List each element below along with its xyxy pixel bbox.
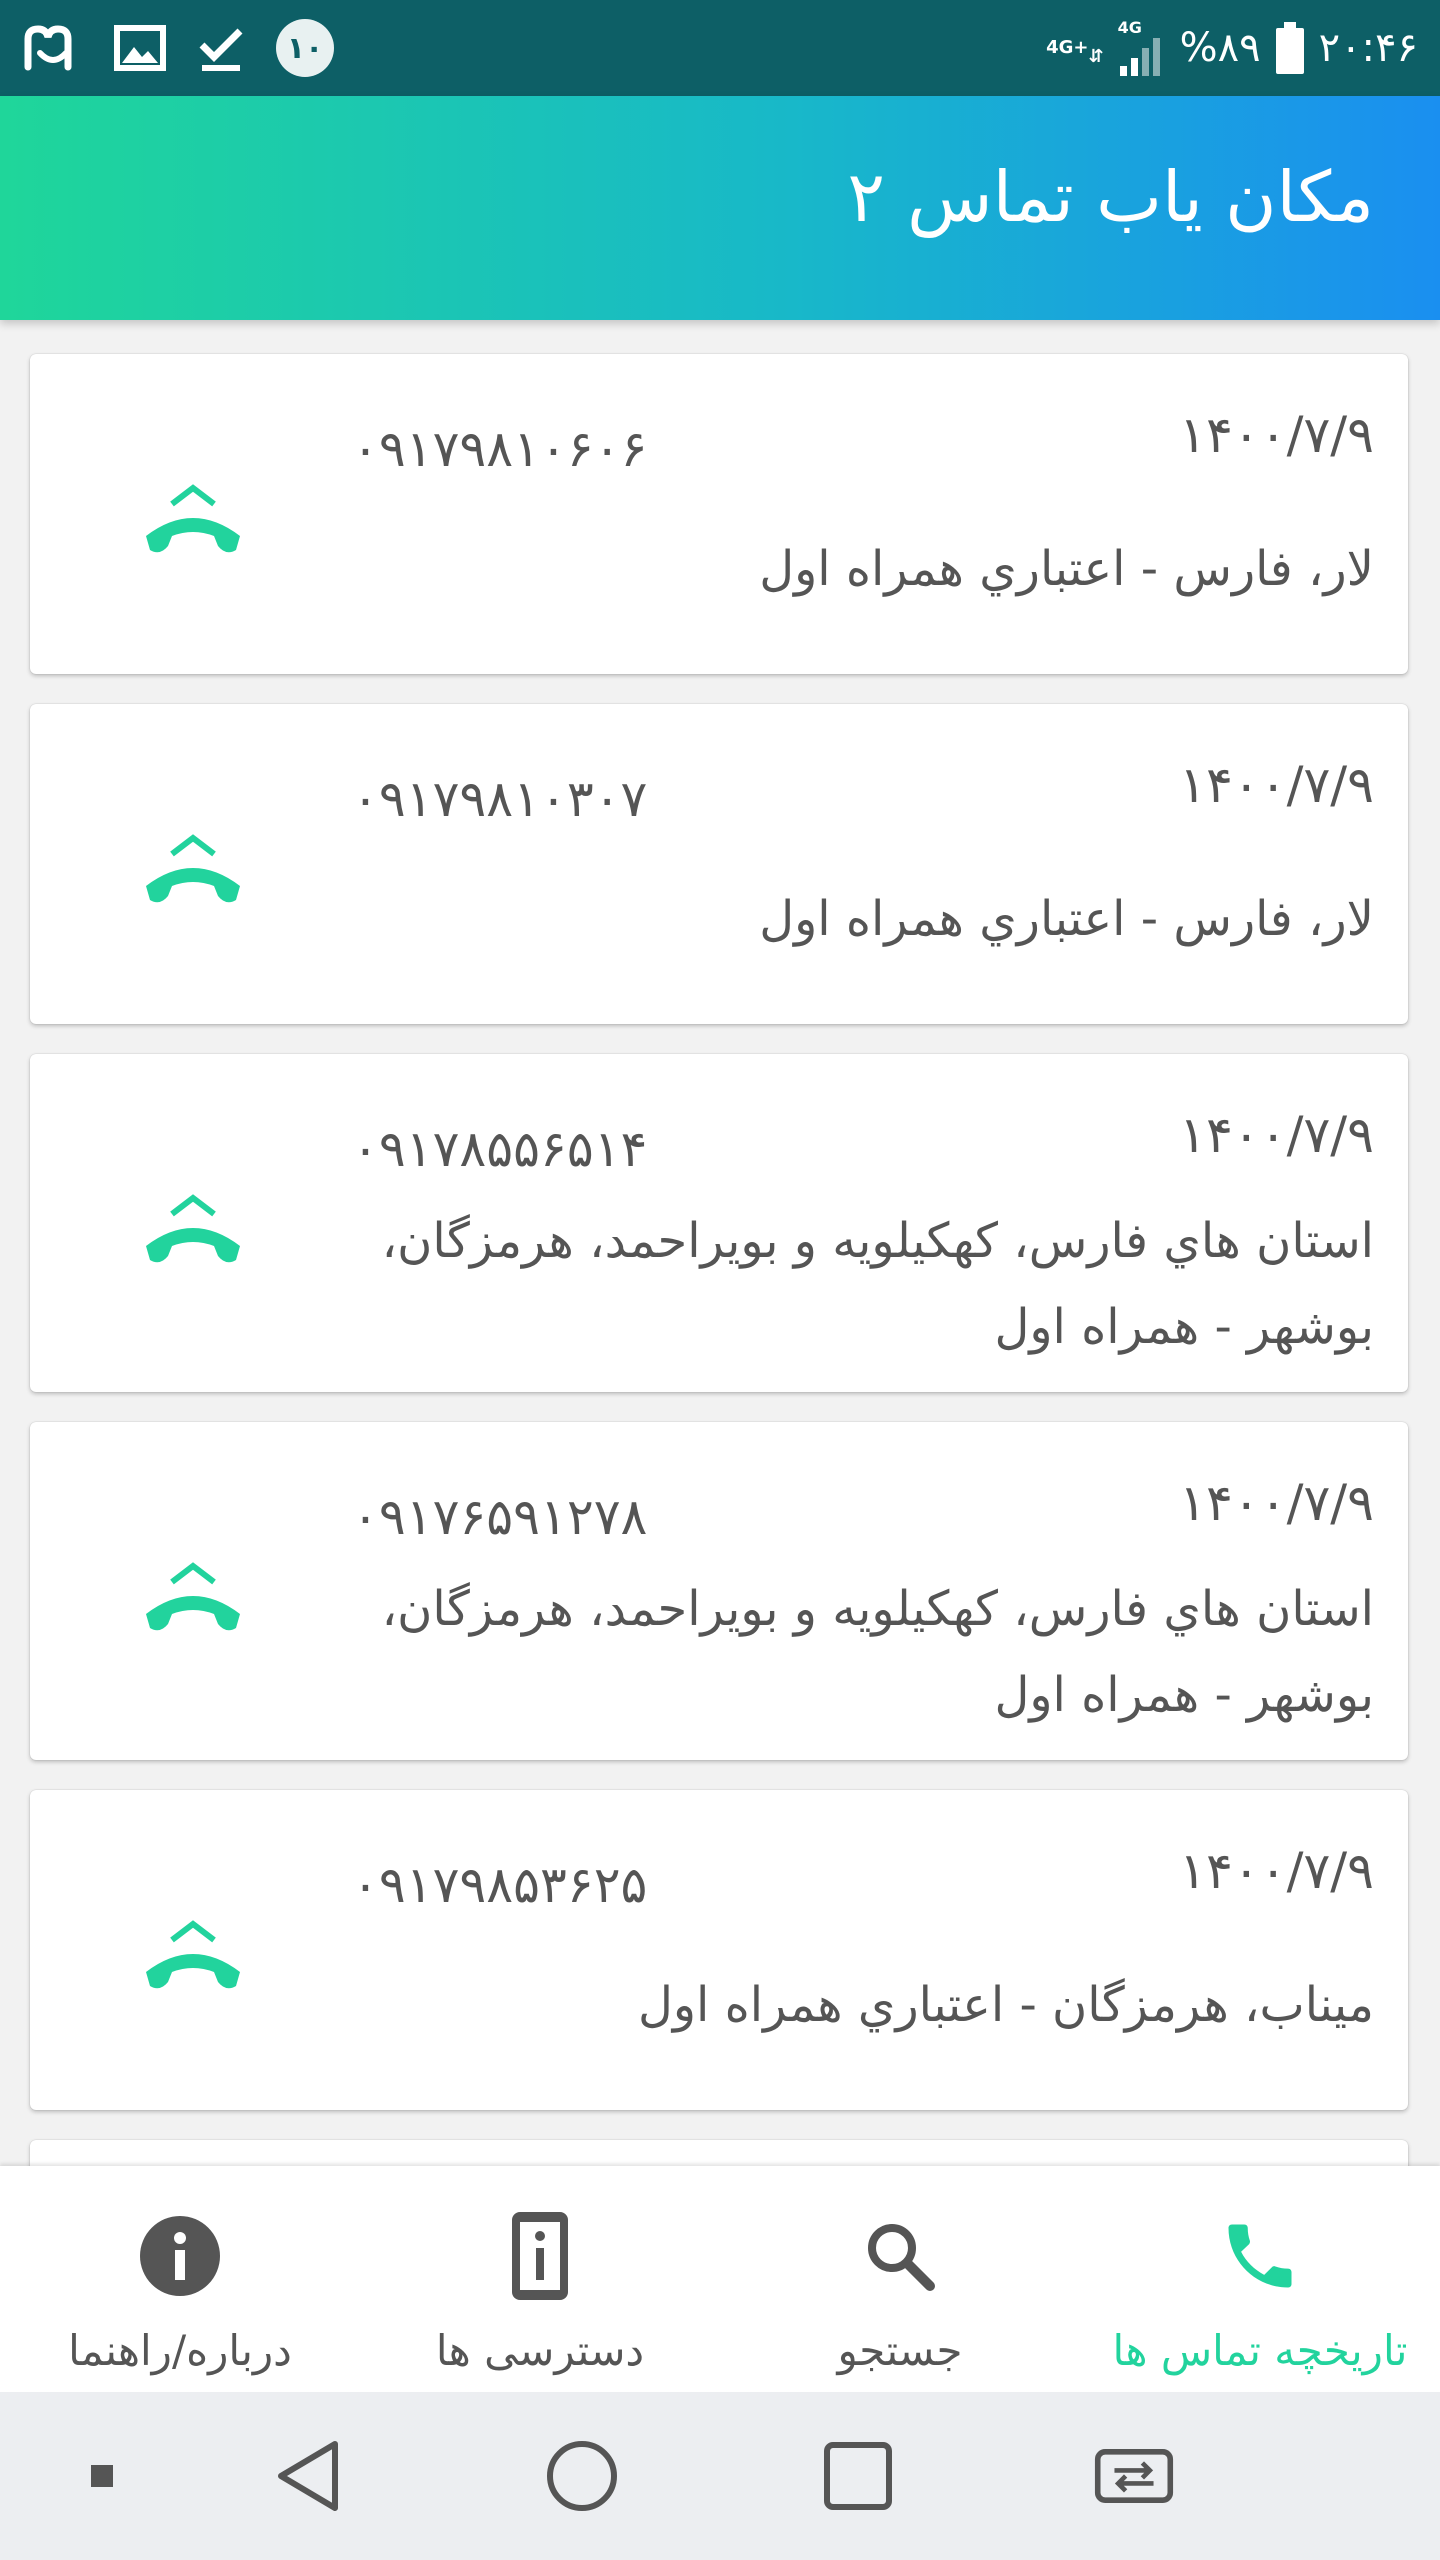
call-card[interactable]: ۱۴۰۰/۷/۹ ۰۹۱۷۹۸۱۰۶۰۶ لار، فارس - اعتباري… [30,354,1408,674]
status-notifications: ۱۰ [22,14,334,82]
status-bar: ۱۰ 4G+ ⇵ 4G %۸۹ ۲۰:۴۶ [0,0,1440,96]
missed-call-icon [138,824,248,914]
missed-call-icon [138,1910,248,2000]
call-card[interactable]: ۱۴۰۰/۷/۹ ۰۹۱۷۹۸۱۰۳۰۷ لار، فارس - اعتباري… [30,704,1408,1024]
recents-button[interactable] [818,2436,898,2516]
call-date: ۱۴۰۰/۷/۹ [1179,406,1374,464]
clock: ۲۰:۴۶ [1318,25,1418,71]
missed-call-icon [138,1552,248,1642]
phone-number: ۰۹۱۷۹۸۱۰۶۰۶ [352,420,648,478]
status-system: 4G+ ⇵ 4G %۸۹ ۲۰:۴۶ [1046,14,1418,82]
page-title: مکان یاب تماس ۲ [847,156,1374,238]
call-date: ۱۴۰۰/۷/۹ [1179,1106,1374,1164]
call-location: استان هاي فارس، کهکيلويه و بويراحمد، هرم… [381,1213,1374,1355]
app-bar: مکان یاب تماس ۲ [0,96,1440,320]
call-card-partial[interactable] [30,2140,1408,2166]
call-history-list[interactable]: ۱۴۰۰/۷/۹ ۰۹۱۷۹۸۱۰۶۰۶ لار، فارس - اعتباري… [0,320,1440,2166]
info-icon [0,2206,360,2306]
phone-number: ۰۹۱۷۹۸۵۳۶۲۵ [352,1856,648,1914]
nav-call-history[interactable]: تاریخچه تماس ها [1080,2166,1440,2392]
battery-percent: %۸۹ [1179,25,1261,71]
call-card[interactable]: ۱۴۰۰/۷/۹ ۰۹۱۷۹۸۵۳۶۲۵ ميناب، هرمزگان - اع… [30,1790,1408,2110]
notification-count-badge: ۱۰ [276,19,334,77]
call-date: ۱۴۰۰/۷/۹ [1179,1474,1374,1532]
phone-icon [1080,2206,1440,2306]
home-button[interactable] [542,2436,622,2516]
search-icon [720,2206,1080,2306]
nav-permissions[interactable]: دسترسی ها [360,2166,720,2392]
nav-call-history-label: تاریخچه تماس ها [1112,2326,1408,2375]
nav-search[interactable]: جستجو [720,2166,1080,2392]
missed-call-icon [138,474,248,564]
nav-search-label: جستجو [837,2326,963,2375]
network-icon: 4G+ ⇵ [1046,37,1104,67]
phone-number: ۰۹۱۷۶۵۹۱۲۷۸ [352,1488,648,1546]
system-navigation-bar [0,2392,1440,2560]
call-card[interactable]: ۱۴۰۰/۷/۹ ۰۹۱۷۶۵۹۱۲۷۸ استان هاي فارس، کهک… [30,1422,1408,1760]
notification-dot-button[interactable] [62,2436,142,2516]
signal-icon: 4G [1118,20,1166,76]
signal-label: 4G [1117,18,1142,37]
device-info-icon [360,2206,720,2306]
missed-call-icon [138,1184,248,1274]
nav-about-label: درباره/راهنما [68,2326,292,2375]
call-location: ميناب، هرمزگان - اعتباري همراه اول [637,1977,1374,2033]
battery-icon [1275,22,1305,74]
call-location: استان هاي فارس، کهکيلويه و بويراحمد، هرم… [381,1581,1374,1723]
phone-number: ۰۹۱۷۹۸۱۰۳۰۷ [352,770,648,828]
call-card[interactable]: ۱۴۰۰/۷/۹ ۰۹۱۷۸۵۵۶۵۱۴ استان هاي فارس، کهک… [30,1054,1408,1392]
bottom-navigation: تاریخچه تماس ها جستجو دسترسی ها درباره/ر… [0,2166,1440,2392]
nav-about[interactable]: درباره/راهنما [0,2166,360,2392]
call-location: لار، فارس - اعتباري همراه اول [759,891,1374,947]
phone-number: ۰۹۱۷۸۵۵۶۵۱۴ [352,1120,648,1178]
app-m-icon [22,23,84,73]
call-date: ۱۴۰۰/۷/۹ [1179,756,1374,814]
call-location: لار، فارس - اعتباري همراه اول [759,541,1374,597]
call-date: ۱۴۰۰/۷/۹ [1179,1842,1374,1900]
network-badge-label: 4G+ [1046,37,1089,58]
nav-permissions-label: دسترسی ها [435,2326,645,2375]
download-done-icon [196,23,246,73]
gallery-icon [114,25,166,71]
back-button[interactable] [268,2436,348,2516]
dual-window-button[interactable] [1094,2436,1174,2516]
